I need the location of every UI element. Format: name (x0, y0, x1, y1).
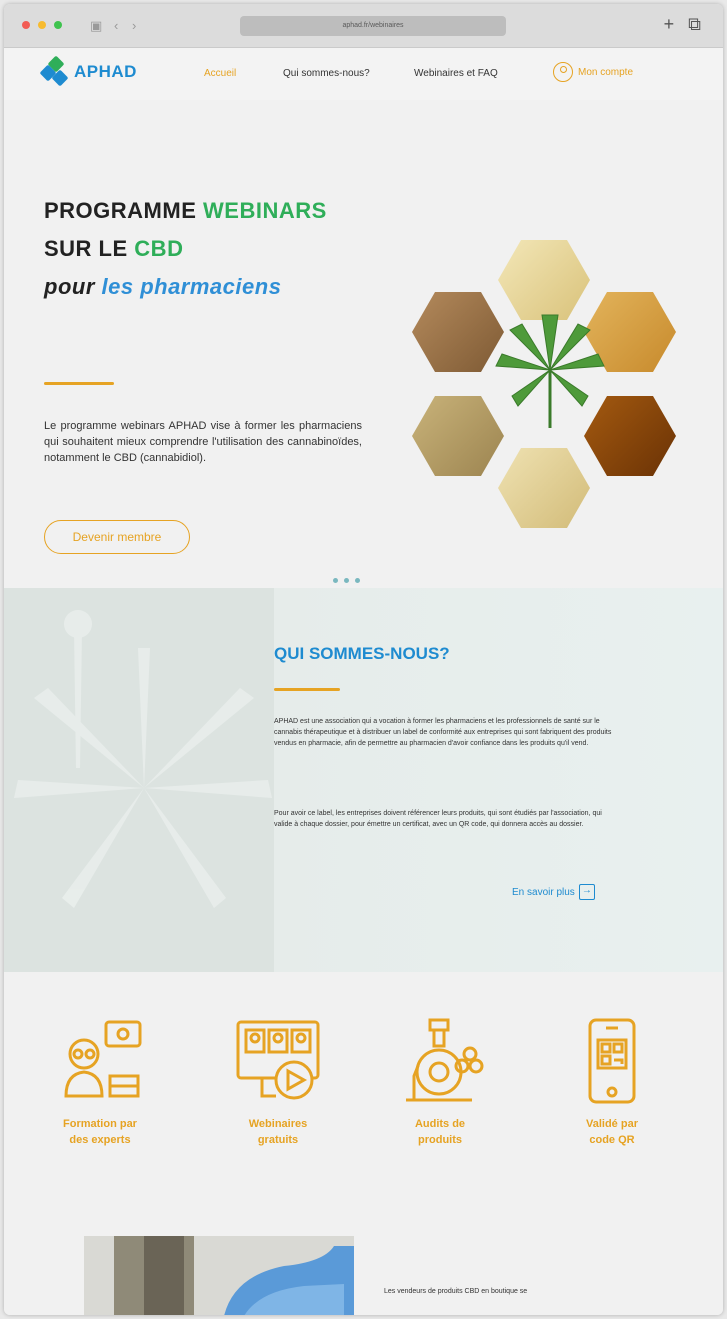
hero-section: PROGRAMME WEBINARS SUR LE CBD pour les p… (4, 100, 723, 588)
carousel-dots (333, 578, 360, 583)
account-link[interactable]: Mon compte (553, 62, 633, 82)
browser-actions: + ⧉ (664, 14, 701, 35)
logo-title: APHAD (74, 62, 137, 81)
cannabis-leaf-icon (495, 314, 605, 428)
sidebar-icon[interactable]: ▣ (90, 18, 102, 34)
bottom-teaser-text: Les vendeurs de produits CBD en boutique… (384, 1288, 528, 1295)
nav-link-accueil[interactable]: Accueil (204, 68, 236, 79)
about-title: QUI SOMMES-NOUS? (274, 644, 450, 663)
feature-audits: Audits de produits (380, 1016, 500, 1148)
hero-description: Le programme webinars APHAD vise à forme… (44, 420, 362, 464)
logo-mark-icon (39, 55, 72, 87)
learn-more-label: En savoir plus (512, 886, 575, 898)
phone-qr-code-icon (588, 1018, 636, 1104)
forward-icon[interactable]: › (132, 18, 136, 33)
browser-window: ▣ ‹ › aphad.fr/webinaires + ⧉ APHAD Accu… (4, 4, 723, 1315)
capsules-cream-image (498, 448, 590, 528)
about-paragraph-1: APHAD est une association qui a vocation… (274, 718, 612, 747)
about-divider (274, 688, 340, 691)
close-window-button[interactable] (22, 21, 30, 29)
hero-divider (44, 382, 114, 385)
user-icon (553, 62, 573, 82)
nav-link-webinaires-faq[interactable]: Webinaires et FAQ (414, 68, 498, 79)
learn-more-link[interactable]: En savoir plus → (512, 884, 595, 900)
carousel-dot[interactable] (344, 578, 349, 583)
expert-trainer-icon (64, 1020, 142, 1098)
video-webinar-icon (236, 1020, 320, 1100)
account-label: Mon compte (578, 66, 634, 78)
hero-title: PROGRAMME WEBINARS SUR LE CBD pour les p… (44, 198, 327, 299)
bottom-section: Les vendeurs de produits CBD en boutique… (4, 1236, 723, 1315)
new-tab-icon[interactable]: + (664, 14, 675, 35)
feature-webinars: Webinaires gratuits (218, 1016, 338, 1148)
address-bar[interactable]: aphad.fr/webinaires (240, 16, 506, 36)
cbd-products-image (400, 240, 690, 540)
carousel-dot[interactable] (333, 578, 338, 583)
pharmacist-gloves-image (84, 1236, 354, 1315)
arrow-right-icon: → (578, 884, 595, 900)
maximize-window-button[interactable] (54, 21, 62, 29)
tabs-overview-icon[interactable]: ⧉ (688, 14, 701, 35)
lab-audit-icon (406, 1018, 484, 1102)
capsules-white-image (498, 240, 590, 320)
features-section: Formation par des experts Webinaires gratu… (4, 972, 723, 1236)
nav-link-qui-sommes-nous[interactable]: Qui sommes-nous? (283, 68, 370, 79)
about-section: QUI SOMMES-NOUS? APHAD est une associati… (4, 588, 723, 972)
become-member-button[interactable]: Devenir membre (44, 520, 190, 554)
site-logo[interactable]: APHAD (39, 55, 137, 87)
feature-qr-code: Validé par code QR (552, 1016, 672, 1148)
minimize-window-button[interactable] (38, 21, 46, 29)
window-controls (22, 21, 62, 29)
about-paragraph-2: Pour avoir ce label, les entreprises doi… (274, 810, 602, 828)
feature-experts: Formation par des experts (40, 1016, 160, 1148)
site-header: APHAD Accueil Qui sommes-nous? Webinaire… (4, 48, 723, 100)
faded-cannabis-background-image (4, 588, 274, 972)
browser-chrome: ▣ ‹ › aphad.fr/webinaires + ⧉ (4, 4, 723, 48)
carousel-dot[interactable] (355, 578, 360, 583)
back-icon[interactable]: ‹ (114, 18, 118, 33)
